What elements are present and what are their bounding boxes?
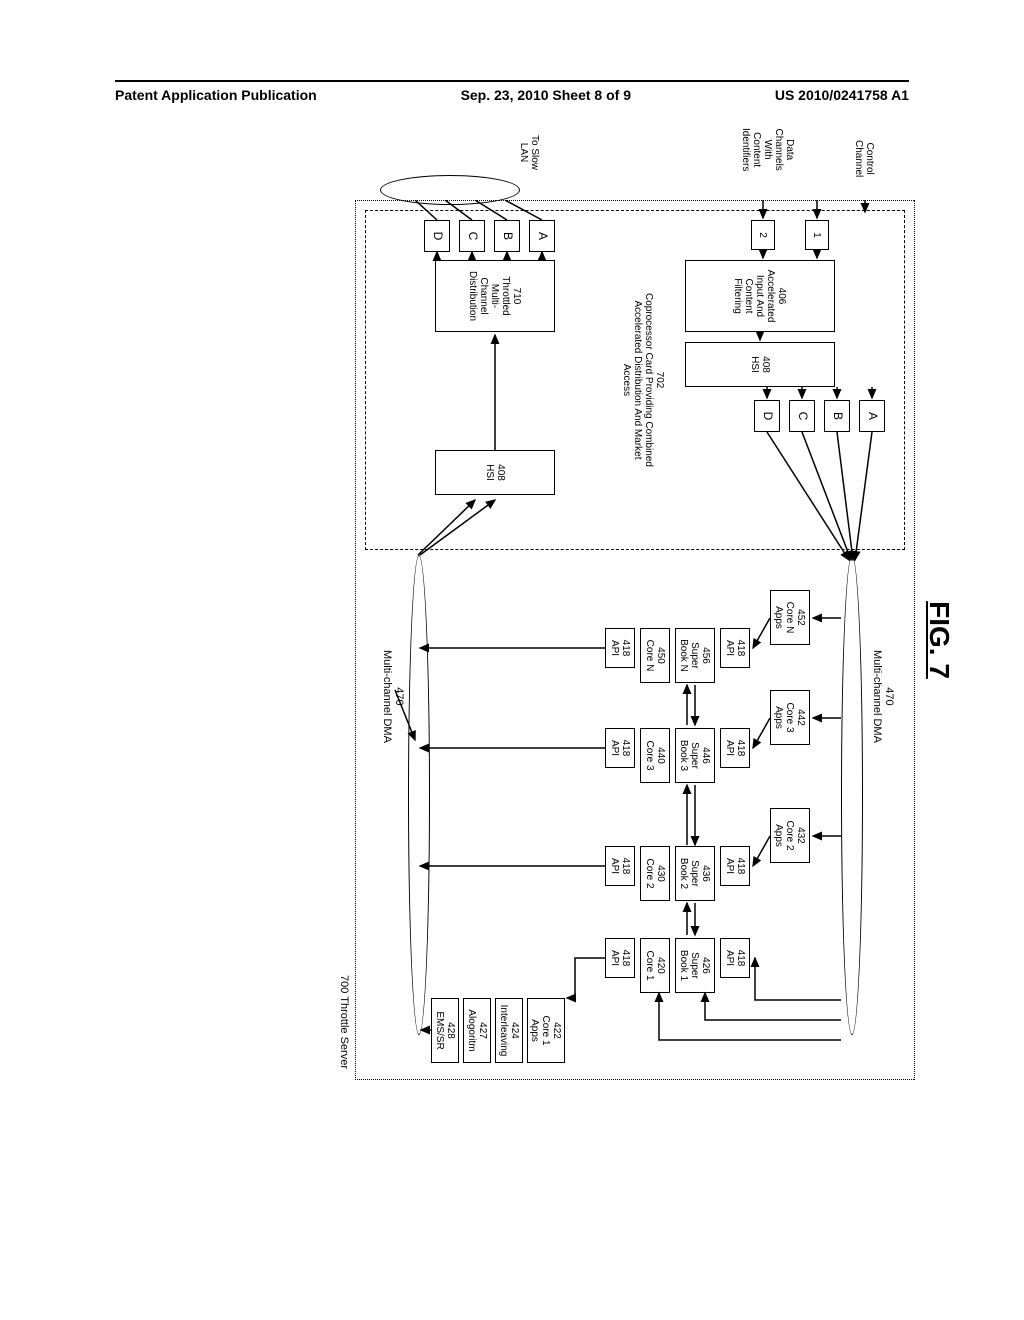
input-2: 2	[751, 220, 775, 250]
core3-api-top: 418API	[720, 728, 750, 768]
hsi-right: 408HSI	[435, 450, 555, 495]
core1-superbook: 426SuperBook 1	[675, 938, 715, 993]
ems-sr: 428EMS/SR	[431, 998, 459, 1063]
core3-core: 440Core 3	[640, 728, 670, 783]
lan-out-D: D	[424, 220, 450, 252]
dma-bottom-bus	[408, 555, 430, 1035]
figure-7: FIG. 7 700 Throttle Server ControlChanne…	[35, 360, 915, 920]
header-center: Sep. 23, 2010 Sheet 8 of 9	[461, 87, 631, 103]
filter-out-B: B	[824, 400, 850, 432]
coreN-api-top: 418API	[720, 628, 750, 668]
core2-apps: 432Core 2Apps	[770, 808, 810, 863]
interleaving: 424Interleaving	[495, 998, 523, 1063]
core1-api-bot: 418API	[605, 938, 635, 978]
header-right: US 2010/0241758 A1	[775, 87, 909, 103]
core3-api-bot: 418API	[605, 728, 635, 768]
dma-top-label: 470Multi-channel DMA	[871, 650, 895, 743]
filter-out-D: D	[754, 400, 780, 432]
coreN-superbook: 456SuperBook N	[675, 628, 715, 683]
core1-api-top: 418API	[720, 938, 750, 978]
hsi-left: 408HSI	[685, 342, 835, 387]
core3-apps: 442Core 3Apps	[770, 690, 810, 745]
coreN-core: 450Core N	[640, 628, 670, 683]
control-channel-label: ControlChannel	[853, 140, 875, 177]
core2-core: 430Core 2	[640, 846, 670, 901]
coreN-api-bot: 418API	[605, 628, 635, 668]
filter-out-C: C	[789, 400, 815, 432]
dma-bottom-label: 470Multi-channel DMA	[381, 650, 405, 743]
algorithm: 427Alogoritm	[463, 998, 491, 1063]
core2-api-top: 418API	[720, 846, 750, 886]
throttled-distribution: 710Throttled Multi-ChannelDistribution	[435, 260, 555, 332]
to-slow-lan-label: To SlowLAN	[518, 135, 540, 170]
coreN-apps: 452Core NApps	[770, 590, 810, 645]
data-channels-label: DataChannelsWithContentIdentifiers	[740, 128, 795, 171]
core1-apps: 422Core 1Apps	[527, 998, 565, 1063]
lan-out-C: C	[459, 220, 485, 252]
dma-top-bus	[841, 555, 863, 1035]
figure-title: FIG. 7	[923, 601, 955, 679]
core2-api-bot: 418API	[605, 846, 635, 886]
lan-bus	[380, 175, 520, 205]
filter-out-A: A	[859, 400, 885, 432]
lan-out-A: A	[529, 220, 555, 252]
input-1: 1	[805, 220, 829, 250]
accel-input-filtering: 406AcceleratedInput AndContentFiltering	[685, 260, 835, 332]
core1-core: 420Core 1	[640, 938, 670, 993]
core3-superbook: 446SuperBook 3	[675, 728, 715, 783]
server-label: 700 Throttle Server	[338, 975, 350, 1069]
lan-out-B: B	[494, 220, 520, 252]
coproc-main-label: 702Coprocessor Card Providing CombinedAc…	[621, 250, 665, 510]
header-left: Patent Application Publication	[115, 87, 317, 103]
core2-superbook: 436SuperBook 2	[675, 846, 715, 901]
